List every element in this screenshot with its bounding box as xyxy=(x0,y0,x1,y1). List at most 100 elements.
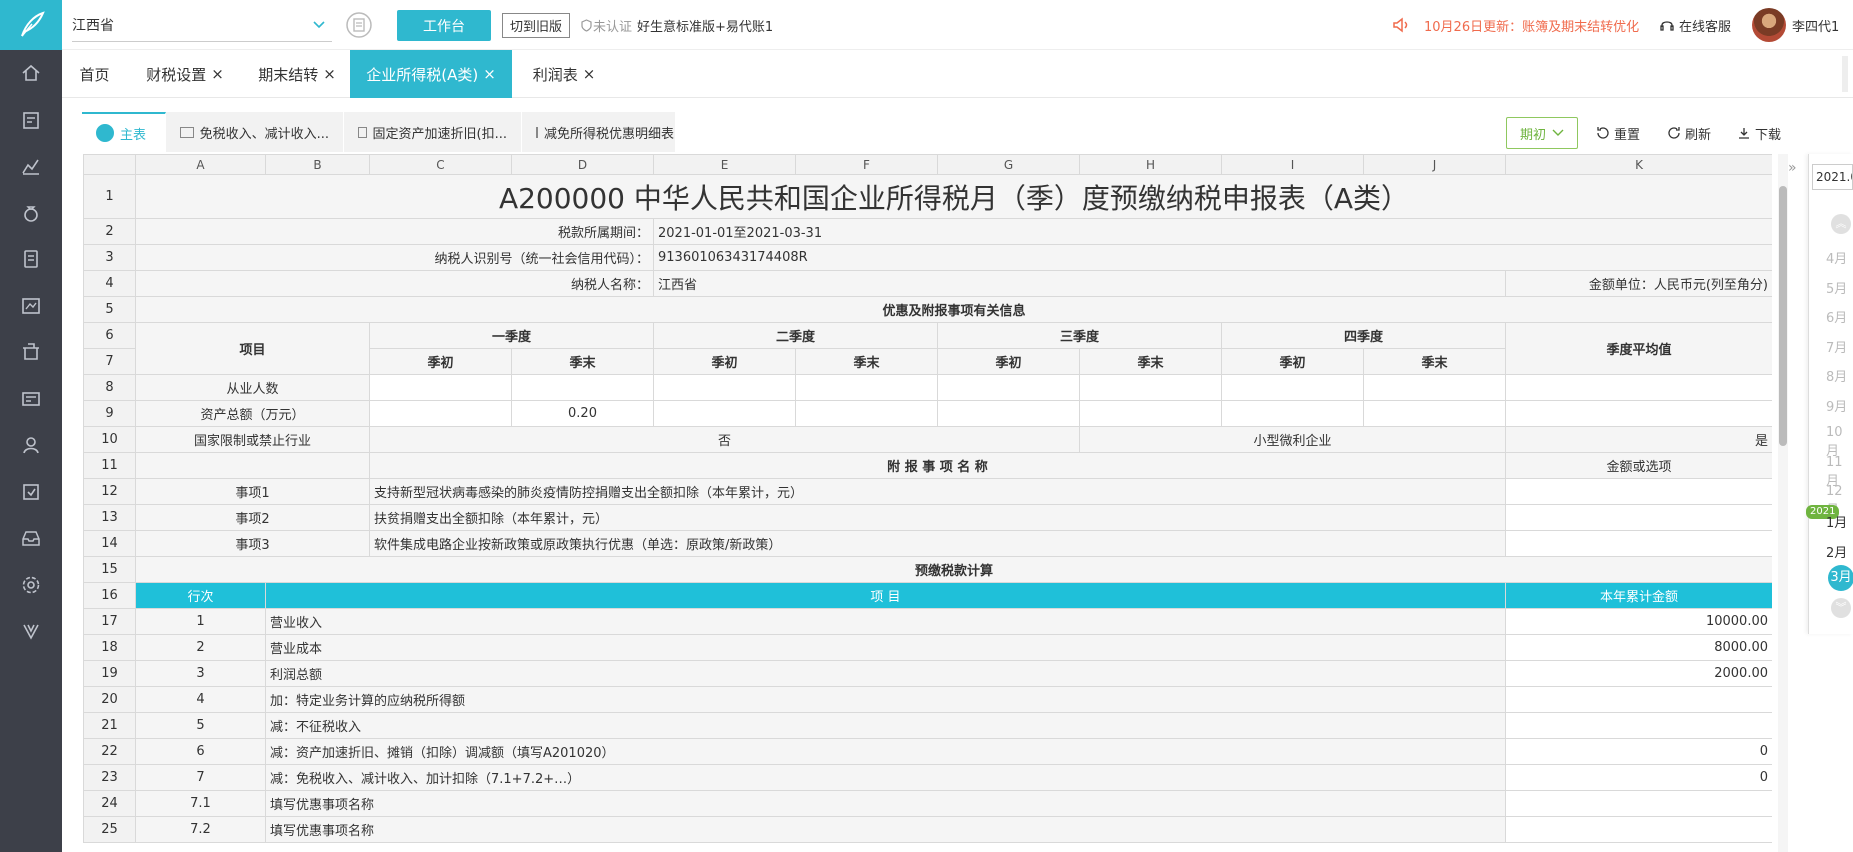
input-cell[interactable] xyxy=(795,374,938,401)
month-item[interactable]: 1月 xyxy=(1826,512,1847,531)
col-k[interactable]: K xyxy=(1505,154,1772,175)
amount-cell[interactable]: 0 xyxy=(1505,738,1772,765)
input-cell[interactable] xyxy=(1079,400,1222,427)
company-select[interactable]: 江西省 xyxy=(72,8,332,42)
money-bag-icon[interactable] xyxy=(0,190,62,237)
amount-cell[interactable]: 0 xyxy=(1505,764,1772,791)
reset-button[interactable]: 重置 xyxy=(1596,117,1640,149)
input-cell[interactable] xyxy=(795,400,938,427)
home-icon[interactable] xyxy=(0,50,62,97)
month-item[interactable]: 9月 xyxy=(1826,396,1847,415)
col-c[interactable]: C xyxy=(369,154,512,175)
scrollbar-thumb[interactable] xyxy=(1779,186,1787,446)
restricted-select[interactable]: 否 xyxy=(369,426,1080,453)
input-cell[interactable] xyxy=(511,374,654,401)
scroll-down-icon[interactable]: ︾ xyxy=(1831,598,1851,618)
input-cell[interactable] xyxy=(937,400,1080,427)
amount-cell[interactable]: 10000.00 xyxy=(1505,608,1772,635)
input-cell[interactable] xyxy=(369,374,512,401)
amount-cell[interactable] xyxy=(1505,686,1772,713)
amount-cell[interactable] xyxy=(1505,712,1772,739)
input-cell[interactable] xyxy=(937,374,1080,401)
old-version-button[interactable]: 切到旧版 xyxy=(502,13,570,38)
col-d[interactable]: D xyxy=(511,154,654,175)
col-e[interactable]: E xyxy=(653,154,796,175)
subtab-exempt-income[interactable]: 免税收入、减计收入... xyxy=(166,112,344,152)
tab-tax-settings[interactable]: 财税设置 × xyxy=(140,50,230,98)
col-j[interactable]: J xyxy=(1363,154,1506,175)
input-cell[interactable] xyxy=(1363,400,1506,427)
table-row: 3 纳税人识别号（统一社会信用代码）： 91360106343174408R xyxy=(83,244,1772,271)
tab-income-statement[interactable]: 利润表 × xyxy=(525,50,603,98)
vip-icon[interactable] xyxy=(0,608,62,655)
col-g[interactable]: G xyxy=(937,154,1080,175)
close-icon[interactable]: × xyxy=(211,65,224,83)
settings-icon[interactable] xyxy=(0,562,62,609)
chart-icon[interactable] xyxy=(0,143,62,190)
month-item[interactable]: 6月 xyxy=(1826,307,1847,326)
amount-cell[interactable]: 8000.00 xyxy=(1505,634,1772,661)
subtab-main[interactable]: 主表 xyxy=(82,112,166,152)
tab-home[interactable]: 首页 xyxy=(62,50,127,98)
month-item[interactable]: 10月 xyxy=(1826,425,1853,459)
tab-corp-income-tax[interactable]: 企业所得税(A类) × xyxy=(350,50,512,98)
col-f[interactable]: F xyxy=(795,154,938,175)
online-service[interactable]: 在线客服 xyxy=(1659,0,1731,50)
sheet-icon xyxy=(536,126,538,138)
voucher-icon[interactable] xyxy=(0,97,62,144)
subtab-tax-reduction[interactable]: 减免所得税优惠明细表 xyxy=(522,112,676,152)
month-item-selected[interactable]: 3月 xyxy=(1828,565,1853,591)
input-cell[interactable] xyxy=(1221,400,1364,427)
month-item[interactable]: 7月 xyxy=(1826,337,1847,356)
month-item[interactable]: 4月 xyxy=(1826,248,1847,267)
archive-icon[interactable] xyxy=(0,515,62,562)
sheet-icon xyxy=(180,126,194,138)
switch-book-icon[interactable] xyxy=(345,0,373,50)
sheet-icon xyxy=(96,124,114,142)
refresh-button[interactable]: 刷新 xyxy=(1667,117,1711,149)
period-select[interactable]: 期初 xyxy=(1506,117,1578,149)
small-enterprise-select[interactable]: 是 xyxy=(1505,426,1772,453)
period-input[interactable]: 2021.0 xyxy=(1812,164,1853,190)
input-cell[interactable] xyxy=(1505,504,1772,531)
subtab-accelerated-depreciation[interactable]: 固定资产加速折旧(扣... xyxy=(344,112,522,152)
close-icon[interactable]: × xyxy=(583,65,596,83)
month-item[interactable]: 5月 xyxy=(1826,278,1847,297)
input-cell[interactable] xyxy=(653,374,796,401)
input-cell[interactable] xyxy=(1079,374,1222,401)
input-cell[interactable] xyxy=(1221,374,1364,401)
month-item[interactable]: 8月 xyxy=(1826,366,1847,385)
close-icon[interactable]: × xyxy=(323,65,336,83)
amount-cell[interactable] xyxy=(1505,816,1772,843)
input-cell[interactable] xyxy=(1363,374,1506,401)
collapse-panel-icon[interactable]: » xyxy=(1788,160,1797,176)
amount-cell[interactable] xyxy=(1505,790,1772,817)
report-icon[interactable] xyxy=(0,283,62,330)
invoice-icon[interactable] xyxy=(0,376,62,423)
col-a[interactable]: A xyxy=(135,154,266,175)
user-menu[interactable]: 李四代1 xyxy=(1752,0,1839,50)
amount-cell[interactable]: 2000.00 xyxy=(1505,660,1772,687)
close-icon[interactable]: × xyxy=(483,65,496,83)
work-button[interactable]: 工作台 xyxy=(397,10,491,41)
asset-icon[interactable] xyxy=(0,469,62,516)
tax-icon[interactable] xyxy=(0,329,62,376)
input-cell[interactable] xyxy=(369,400,512,427)
update-notice[interactable]: 10月26日更新：账簿及期末结转优化 xyxy=(1424,0,1639,50)
col-h[interactable]: H xyxy=(1079,154,1222,175)
col-i[interactable]: I xyxy=(1221,154,1364,175)
ledger-icon[interactable] xyxy=(0,236,62,283)
salary-icon[interactable] xyxy=(0,422,62,469)
scroll-up-icon[interactable]: ︽ xyxy=(1831,214,1851,234)
table-row: 23 7 减：免税收入、减计收入、加计扣除（7.1+7.2+…） 0 xyxy=(83,764,1772,791)
input-cell[interactable]: 0.20 xyxy=(511,400,654,427)
download-button[interactable]: 下载 xyxy=(1737,117,1781,149)
table-row: 24 7.1 填写优惠事项名称 xyxy=(83,790,1772,817)
input-cell[interactable] xyxy=(653,400,796,427)
input-cell[interactable] xyxy=(1505,530,1772,557)
input-cell[interactable] xyxy=(1505,478,1772,505)
month-item[interactable]: 2月 xyxy=(1826,542,1847,561)
sidebar xyxy=(0,0,62,852)
tab-period-end[interactable]: 期末结转 × xyxy=(252,50,342,98)
col-b[interactable]: B xyxy=(265,154,370,175)
